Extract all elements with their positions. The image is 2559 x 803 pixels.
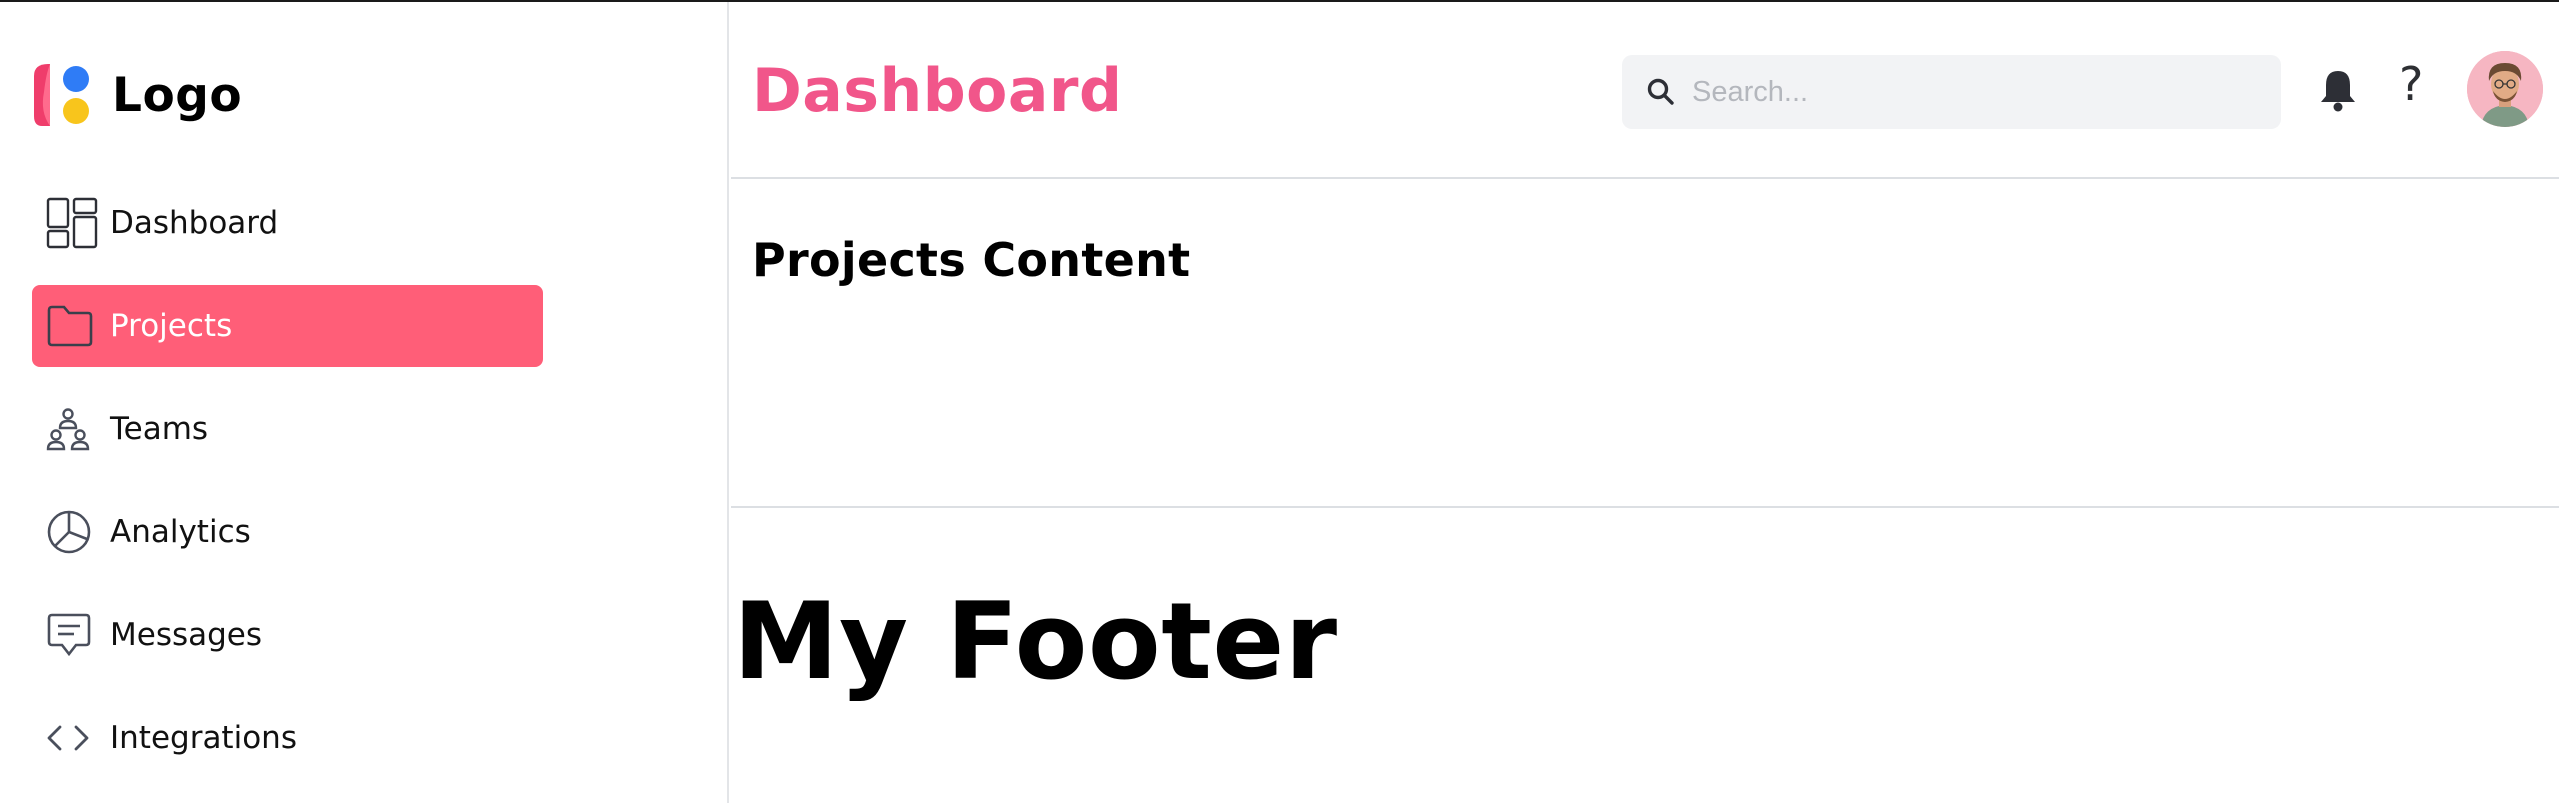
content-divider <box>731 506 2559 508</box>
sidebar: Logo Dashboard Projects Teams Analytics … <box>0 2 729 803</box>
sidebar-item-label: Dashboard <box>110 205 279 241</box>
footer-title: My Footer <box>733 580 1338 703</box>
sidebar-item-projects[interactable]: Projects <box>32 285 543 367</box>
sidebar-item-analytics[interactable]: Analytics <box>32 491 543 573</box>
logo-mark-icon <box>34 64 89 126</box>
sidebar-item-label: Teams <box>110 411 209 447</box>
sidebar-item-teams[interactable]: Teams <box>32 388 543 470</box>
top-header: Dashboard ? <box>731 2 2559 179</box>
message-icon <box>46 608 100 662</box>
sidebar-item-label: Integrations <box>110 720 297 756</box>
pie-chart-icon <box>46 505 100 559</box>
brand-logo[interactable]: Logo <box>30 62 242 128</box>
search-icon <box>1646 77 1676 107</box>
search-bar[interactable] <box>1622 55 2281 129</box>
dashboard-grid-icon <box>46 196 100 250</box>
help-icon[interactable]: ? <box>2399 57 2423 111</box>
sidebar-item-messages[interactable]: Messages <box>32 594 543 676</box>
sidebar-item-dashboard[interactable]: Dashboard <box>32 182 543 264</box>
avatar[interactable] <box>2467 51 2543 127</box>
sidebar-item-label: Analytics <box>110 514 251 550</box>
teams-icon <box>46 402 100 456</box>
notification-bell-icon[interactable] <box>2318 68 2358 116</box>
sidebar-item-integrations[interactable]: Integrations <box>32 697 543 779</box>
folder-icon <box>46 299 100 353</box>
user-avatar-icon <box>2467 51 2543 127</box>
search-input[interactable] <box>1690 74 2254 110</box>
logo-text: Logo <box>112 67 243 123</box>
sidebar-item-label: Projects <box>110 308 233 344</box>
page-title: Dashboard <box>752 56 1123 126</box>
sidebar-item-label: Messages <box>110 617 263 653</box>
content-title: Projects Content <box>752 233 1191 287</box>
code-icon <box>46 711 100 765</box>
